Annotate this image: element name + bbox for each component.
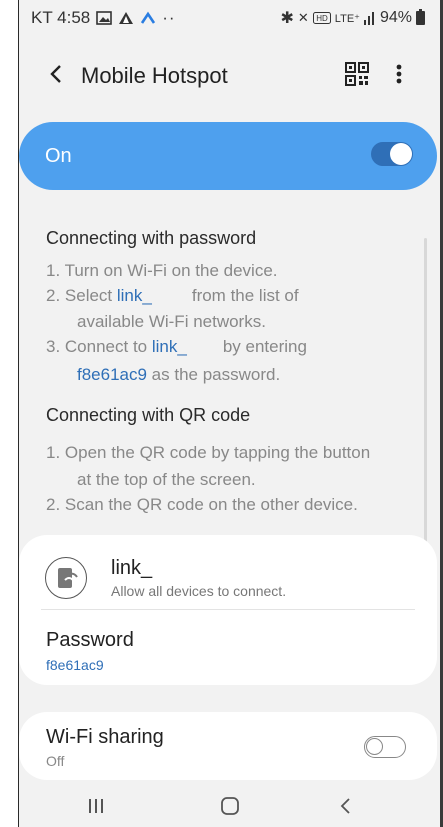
qr-section-heading: Connecting with QR code: [46, 405, 251, 425]
password-step-3: 3. Connect to link_ by entering: [46, 334, 307, 359]
svg-text:HD: HD: [316, 14, 328, 23]
network-card: link_ Allow all devices to connect. Pass…: [19, 535, 437, 685]
hd-icon: HD: [312, 12, 331, 24]
status-right: ✱ ✕ HD LTE⁺ 94%: [280, 8, 425, 28]
password-section-heading: Connecting with password: [46, 228, 257, 248]
status-bar: KT 4:58 ·· ✱ ✕ HD LTE⁺ 94%: [19, 0, 437, 36]
wifi-sharing-row[interactable]: Wi-Fi sharing Off: [19, 712, 437, 780]
hotspot-toggle[interactable]: [371, 142, 413, 166]
toggle-knob: [390, 143, 412, 165]
status-left: KT 4:58 ··: [31, 8, 176, 28]
toggle-knob: [366, 738, 383, 755]
step2-suffix: from the list of: [191, 286, 299, 305]
qr-code-icon[interactable]: [345, 62, 369, 86]
network-subtitle: Allow all devices to connect.: [111, 583, 287, 599]
password-step-3-line2: f8e61ac9 as the password.: [77, 362, 280, 387]
password-value: f8e61ac9: [46, 657, 104, 673]
nav-up-icon: [141, 11, 156, 24]
step2-network-link[interactable]: link_: [117, 286, 152, 305]
battery-percent: 94%: [379, 9, 412, 26]
password-label[interactable]: Password: [46, 629, 134, 652]
step3-network-link[interactable]: link_: [152, 337, 187, 356]
alert-icon: [119, 12, 134, 24]
wifi-sharing-label: Wi-Fi sharing: [46, 726, 164, 748]
step3-password-value: f8e61ac9: [77, 365, 147, 384]
bluetooth-icon: ✱: [280, 10, 294, 27]
qr-step-1-line2: at the top of the screen.: [77, 470, 256, 489]
recent-apps-icon[interactable]: [81, 791, 111, 821]
password-step-1: 1. Turn on Wi-Fi on the device.: [46, 261, 278, 280]
hotspot-master-switch-row[interactable]: On: [19, 122, 437, 190]
hotspot-state-label: On: [45, 145, 72, 167]
more-options-icon[interactable]: [391, 60, 407, 88]
card-divider: [41, 609, 415, 610]
battery-icon: [416, 9, 425, 25]
carrier-time: KT 4:58: [31, 8, 91, 27]
mute-icon: ✕: [297, 10, 309, 25]
step3-prefix: 3. Connect to: [46, 337, 152, 356]
back-arrow-icon[interactable]: [43, 60, 71, 88]
step3-end: as the password.: [146, 365, 281, 384]
password-step-2-line2: available Wi-Fi networks.: [77, 312, 266, 331]
password-step-2: 2. Select link_ from the list of: [46, 283, 299, 308]
network-name[interactable]: link_: [111, 557, 152, 580]
step2-prefix: 2. Select: [46, 286, 117, 305]
app-bar: Mobile Hotspot: [19, 50, 437, 100]
wifi-sharing-state: Off: [46, 753, 65, 769]
image-icon: [96, 11, 113, 25]
step3-suffix: by entering: [222, 337, 307, 356]
hotspot-network-icon: [45, 557, 87, 599]
qr-step-2: 2. Scan the QR code on the other device.: [46, 495, 358, 514]
screen: KT 4:58 ·· ✱ ✕ HD LTE⁺ 94% Mobile Hotspo…: [19, 0, 437, 827]
qr-step-1: 1. Open the QR code by tapping the butto…: [46, 443, 371, 462]
more-dots-icon: ··: [162, 8, 176, 27]
lte-icon: LTE⁺: [334, 12, 360, 25]
signal-icon: [363, 12, 374, 25]
page-title: Mobile Hotspot: [81, 63, 228, 88]
back-icon[interactable]: [331, 791, 361, 821]
wifi-sharing-toggle[interactable]: [364, 736, 406, 758]
navigation-bar: [19, 785, 437, 827]
home-icon[interactable]: [215, 791, 245, 821]
